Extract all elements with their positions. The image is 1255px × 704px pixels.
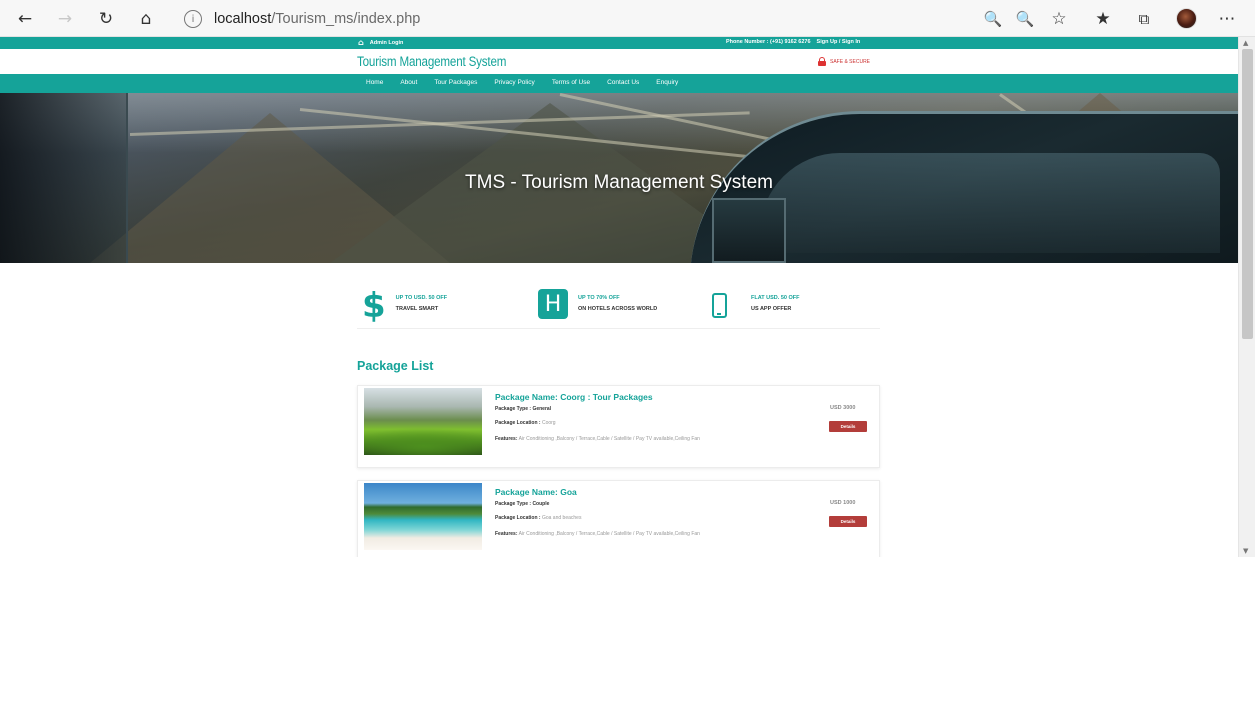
offer-subtitle: US APP OFFER <box>751 306 792 312</box>
favorites-list-icon[interactable]: ★ <box>1092 8 1114 30</box>
phone-number: Phone Number : (+91) 9162 6276 <box>726 39 811 45</box>
package-name: Package Name: Coorg : Tour Packages <box>495 392 653 402</box>
url-host: localhost <box>214 11 272 27</box>
package-type: General <box>532 406 552 412</box>
hero-banner: TMS - Tourism Management System <box>0 93 1238 263</box>
package-list-heading: Package List <box>357 359 434 373</box>
nav-about[interactable]: About <box>400 79 417 86</box>
scrollbar-thumb[interactable] <box>1242 49 1253 339</box>
phone-icon <box>712 293 727 318</box>
address-bar[interactable]: i localhost/Tourism_ms/index.php <box>176 5 1076 33</box>
favorite-icon[interactable]: ☆ <box>1048 8 1070 30</box>
offer-title: FLAT USD. 50 OFF <box>751 295 800 301</box>
offer-title: UP TO USD. 50 OFF <box>395 295 448 301</box>
info-icon[interactable]: i <box>184 10 202 28</box>
forward-icon[interactable]: → <box>54 8 76 30</box>
package-card: Package Name: Coorg : Tour Packages Pack… <box>357 385 880 468</box>
dollar-icon: $ <box>362 286 386 326</box>
back-icon[interactable]: ← <box>14 8 36 30</box>
nav-enquiry[interactable]: Enquiry <box>656 79 678 86</box>
signup-signin-link[interactable]: Sign Up / Sign In <box>817 39 861 45</box>
url-text[interactable]: localhost/Tourism_ms/index.php <box>214 11 420 27</box>
offer-item: H UP TO 70% OFF ON HOTELS ACROSS WORLD <box>538 289 657 319</box>
nav-contact-us[interactable]: Contact Us <box>607 79 639 86</box>
admin-login-link[interactable]: Admin Login <box>370 40 404 46</box>
nav-privacy-policy[interactable]: Privacy Policy <box>494 79 534 86</box>
top-info-bar: ⌂ Admin Login Phone Number : (+91) 9162 … <box>0 37 1238 49</box>
package-card: Package Name: Goa Package Type : Couple … <box>357 480 880 557</box>
package-location: Coorg <box>541 420 556 426</box>
offer-item: $ UP TO USD. 50 OFF TRAVEL SMART <box>362 289 447 323</box>
package-location: Goa and beaches <box>541 515 582 521</box>
hotel-icon: H <box>538 289 568 319</box>
package-price: USD 1000 <box>830 500 856 506</box>
page-viewport: ⌂ Admin Login Phone Number : (+91) 9162 … <box>0 37 1238 557</box>
package-image <box>364 483 482 550</box>
scroll-down-icon[interactable]: ▼ <box>1243 547 1248 555</box>
package-location-label: Package Location : <box>495 515 541 521</box>
offer-item: FLAT USD. 50 OFF US APP OFFER <box>712 289 799 318</box>
package-type: Couple <box>532 501 550 507</box>
package-image <box>364 388 482 455</box>
page-scrollbar[interactable]: ▲ ▼ <box>1238 37 1255 557</box>
package-features: Air Conditioning ,Balcony / Terrace,Cabl… <box>518 436 700 442</box>
site-logo[interactable]: Tourism Management System <box>357 54 506 69</box>
package-price: USD 3000 <box>830 405 856 411</box>
lock-icon <box>818 57 826 66</box>
site-header: Tourism Management System SAFE & SECURE <box>0 49 1238 74</box>
secure-text: SAFE & SECURE <box>830 58 871 65</box>
profile-avatar[interactable] <box>1176 8 1197 29</box>
offer-title: UP TO 70% OFF <box>578 295 620 301</box>
offer-subtitle: TRAVEL SMART <box>395 306 439 312</box>
details-button[interactable]: Details <box>829 516 867 527</box>
home-icon[interactable]: ⌂ <box>135 8 157 30</box>
main-navbar: Home About Tour Packages Privacy Policy … <box>0 74 1238 93</box>
browser-toolbar: ← → ↻ ⌂ i localhost/Tourism_ms/index.php… <box>0 0 1255 37</box>
package-type-label: Package Type : <box>495 501 532 507</box>
safe-secure-badge: SAFE & SECURE <box>818 57 870 66</box>
package-features-label: Features: <box>495 436 518 442</box>
hero-title: TMS - Tourism Management System <box>465 172 773 193</box>
package-features: Air Conditioning ,Balcony / Terrace,Cabl… <box>518 531 700 537</box>
collections-icon[interactable]: ⧉ <box>1133 8 1155 30</box>
offer-subtitle: ON HOTELS ACROSS WORLD <box>578 306 658 312</box>
package-type-label: Package Type : <box>495 406 532 412</box>
nav-home[interactable]: Home <box>366 79 383 86</box>
package-name: Package Name: Goa <box>495 487 577 497</box>
more-icon[interactable]: ⋯ <box>1216 8 1238 30</box>
details-button[interactable]: Details <box>829 421 867 432</box>
package-features-label: Features: <box>495 531 518 537</box>
zoom-in-icon[interactable]: 🔍 <box>982 8 1004 30</box>
offers-strip: $ UP TO USD. 50 OFF TRAVEL SMART H UP TO… <box>357 289 880 329</box>
admin-home-icon: ⌂ <box>358 38 364 47</box>
package-location-label: Package Location : <box>495 420 541 426</box>
nav-tour-packages[interactable]: Tour Packages <box>434 79 477 86</box>
zoom-out-icon[interactable]: 🔍 <box>1014 8 1036 30</box>
nav-terms-of-use[interactable]: Terms of Use <box>552 79 590 86</box>
refresh-icon[interactable]: ↻ <box>95 8 117 30</box>
url-path: /Tourism_ms/index.php <box>271 11 421 27</box>
scroll-up-icon[interactable]: ▲ <box>1243 39 1248 47</box>
